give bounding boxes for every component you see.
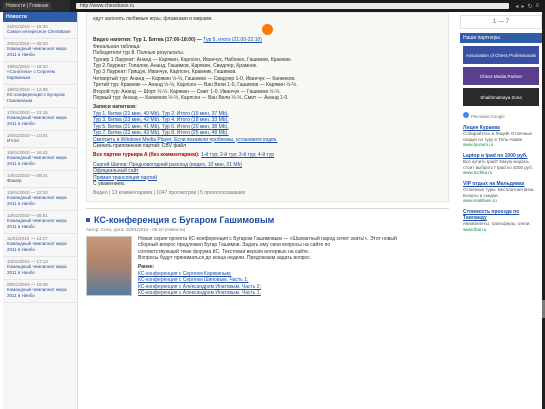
ad-item[interactable]: VIP отдых на Мальдивах Отличные туры. Бес… bbox=[463, 181, 539, 203]
back-icon[interactable]: ◂ bbox=[515, 3, 518, 10]
post1-lines: Финальная таблица: Победители тур 8. Полн… bbox=[93, 44, 442, 102]
partner-shakhmatnaya[interactable]: Shakhmatnaya Zona bbox=[463, 88, 539, 106]
ad-url[interactable]: www.maldives.ru bbox=[463, 198, 539, 203]
list-item-title[interactable]: Итоги bbox=[7, 138, 73, 144]
video-lines: Тур 1. Битва (21 мин, 40 Mb). Тур 2. Ито… bbox=[93, 111, 442, 137]
ad-text: Авиабилеты, трансферы, отели. bbox=[463, 221, 531, 226]
list-item-title[interactable]: Самое интересное ChessBase bbox=[7, 29, 73, 35]
title-bullet-icon bbox=[86, 217, 90, 222]
ad-item[interactable]: Laptop и Ipad по 1000 руб. Все купить Ipa… bbox=[463, 153, 539, 175]
post2-text: Новая серия проекта КС-конференция с Буг… bbox=[138, 236, 449, 297]
address-bar[interactable]: http://www.chessbase.ru bbox=[76, 3, 510, 9]
post1-stats: Видео | 13 комментариев | 1047 просмотро… bbox=[93, 190, 246, 197]
partner-chess-media[interactable]: Chess Media Partner bbox=[463, 67, 539, 85]
ads-header: Реклама Google bbox=[463, 112, 539, 119]
list-item[interactable]: 17/01/2010 — 21:15 Командный чемпионат ми… bbox=[3, 108, 77, 131]
all-games-label: Все партии турнира А (без комментариев): bbox=[93, 152, 200, 159]
partner-acp[interactable]: Association of Chess Professionals bbox=[463, 46, 539, 64]
post-2-body: Новая серия проекта КС-конференция с Буг… bbox=[86, 235, 449, 297]
ad-text: Все купить Ipad? Какую модель стоит выбр… bbox=[463, 159, 533, 170]
list-item[interactable]: 09/01/2010 — 19:45 Командный чемпионат ми… bbox=[3, 280, 77, 303]
list-item-title[interactable]: Командный чемпионат мира 2011 в Нинбо bbox=[7, 241, 73, 253]
list-item[interactable]: 18/01/2010 — 12:05 КС-конференция с Бугар… bbox=[3, 85, 77, 108]
post2-title[interactable]: КС-конференция с Бугаром Гашимовым bbox=[94, 215, 274, 225]
list-item-title[interactable]: Фишер bbox=[7, 178, 73, 184]
main-content: едут загонять любимые игры, флажками и м… bbox=[80, 12, 455, 409]
post-2-header: КС-конференция с Бугаром Гашимовым bbox=[86, 215, 449, 225]
browser-toolbar: Новости | Главная http://www.chessbase.r… bbox=[0, 0, 545, 12]
ad-url[interactable]: www.lyceum.ru bbox=[463, 142, 539, 147]
post2-link[interactable]: КС-конференция с Александром Ипатовым. Ч… bbox=[138, 290, 449, 296]
list-item-title[interactable]: Командный чемпионат мира 2011 в Нинбо bbox=[7, 155, 73, 167]
left-sidebar-list: 22/01/2010 — 15:34 Самое интересное Chess… bbox=[3, 22, 77, 303]
refresh-icon[interactable]: ↻ bbox=[527, 3, 532, 10]
right-top-block: 1 — 7 bbox=[460, 15, 542, 29]
ads-list: Лицея Кураева Собирайтесь в Лицей! Отличн… bbox=[460, 125, 542, 232]
list-item[interactable]: 13/01/2010 — 22:10 Командный чемпионат ми… bbox=[3, 188, 77, 211]
avatar bbox=[86, 235, 132, 296]
post1-first-prefix: Видео напитки: Тур 1. Битва (17:00-18:00… bbox=[93, 37, 202, 44]
right-sidebar: 1 — 7 Наши партнеры Association of Chess… bbox=[460, 12, 542, 409]
post2-links: КС-конференция с Сергеем Карякиным; КС-ко… bbox=[138, 271, 449, 297]
all-games-links[interactable]: 1-й тур; 2-й тур; 3-й тур; 4-й тур bbox=[201, 152, 274, 158]
list-item[interactable]: 22/01/2010 — 15:34 Самое интересное Chess… bbox=[3, 22, 77, 39]
post1-first-link[interactable]: Тур 5, итого (21:00-22:10) bbox=[203, 37, 262, 43]
list-item-title[interactable]: Командный чемпионат мира 2011 в Нинбо bbox=[7, 46, 73, 58]
post1-footer-lines: Сергей Шипов: Предновогодний расклад (ви… bbox=[93, 162, 442, 188]
list-item[interactable]: 14/01/2010 — 09:31 Фишер bbox=[3, 171, 77, 188]
post-1: едут загонять любимые игры, флажками и м… bbox=[86, 12, 449, 202]
browser-tab[interactable]: Новости | Главная bbox=[3, 2, 52, 10]
list-item[interactable]: 12/01/2010 — 08:51 Командный чемпионат ми… bbox=[3, 211, 77, 234]
browser-controls: ◂ ▸ ↻ ≡ bbox=[509, 3, 545, 10]
right-top-label: 1 — 7 bbox=[492, 19, 509, 25]
list-item[interactable]: 20/01/2010 — 09:10 Командный чемпионат ми… bbox=[3, 39, 77, 62]
partners-header: Наши партнеры bbox=[460, 33, 542, 43]
ad-item[interactable]: Лицея Кураева Собирайтесь в Лицей! Отличн… bbox=[463, 125, 539, 147]
list-item[interactable]: 15/01/2010 — 16:42 Командный чемпионат ми… bbox=[3, 148, 77, 171]
list-item-title[interactable]: Командный чемпионат мира 2011 в Нинбо bbox=[7, 287, 73, 299]
ads-header-text: Реклама Google bbox=[471, 114, 505, 119]
post2-meta: Автор: Слоз, дата: 16/01/2010 - 08:10 (Н… bbox=[86, 226, 186, 232]
left-sidebar: Новости 22/01/2010 — 15:34 Самое интересн… bbox=[3, 12, 78, 409]
left-sidebar-header: Новости bbox=[3, 12, 77, 22]
list-item[interactable]: 11/01/2010 — 14:27 Командный чемпионат ми… bbox=[3, 234, 77, 257]
list-item[interactable]: 19/01/2010 — 18:22 «Сонатина» с Сергеем К… bbox=[3, 62, 77, 85]
list-item-title[interactable]: Командный чемпионат мира 2011 в Нинбо bbox=[7, 115, 73, 127]
ad-item[interactable]: Стоимость проезда по Таиланду Авиабилеты,… bbox=[463, 209, 539, 232]
ad-url[interactable]: www.tochka.ru bbox=[463, 170, 539, 175]
browser-tabs: Новости | Главная bbox=[0, 0, 70, 12]
list-item-title[interactable]: Командный чемпионат мира 2011 в Нинбо bbox=[7, 218, 73, 230]
ad-text: Отличные туры. Бесплатная виза. Бонусы и… bbox=[463, 187, 535, 198]
list-item-title[interactable]: «Сонатина» с Сергеем Карякиным bbox=[7, 69, 73, 81]
google-icon bbox=[463, 112, 469, 118]
post1-lead: едут загонять любимые игры, флажками и м… bbox=[93, 16, 213, 22]
ad-url[interactable]: www.thai.ru bbox=[463, 227, 539, 232]
list-item[interactable]: 10/01/2010 — 17:13 Командный чемпионат ми… bbox=[3, 257, 77, 280]
list-item-title[interactable]: Командный чемпионат мира 2011 в Нинбо bbox=[7, 195, 73, 207]
menu-icon[interactable]: ≡ bbox=[535, 3, 539, 10]
list-item[interactable]: 16/01/2010 — 10:01 Итоги bbox=[3, 131, 77, 148]
ad-title[interactable]: Стоимость проезда по Таиланду bbox=[463, 209, 539, 221]
page-viewport: Новости 22/01/2010 — 15:34 Самое интересн… bbox=[0, 12, 545, 409]
list-item-title[interactable]: Командный чемпионат мира 2011 в Нинбо bbox=[7, 264, 73, 276]
ad-text: Собирайтесь в Лицей! Отличные скидки по … bbox=[463, 131, 533, 142]
divider bbox=[86, 207, 449, 209]
warning-icon bbox=[262, 24, 273, 36]
list-item-title[interactable]: КС-конференция с Бугаром Гашимовым bbox=[7, 92, 73, 104]
forward-icon[interactable]: ▸ bbox=[521, 3, 524, 10]
post2-lines: Новая серия проекта КС-конференция с Буг… bbox=[138, 236, 449, 262]
